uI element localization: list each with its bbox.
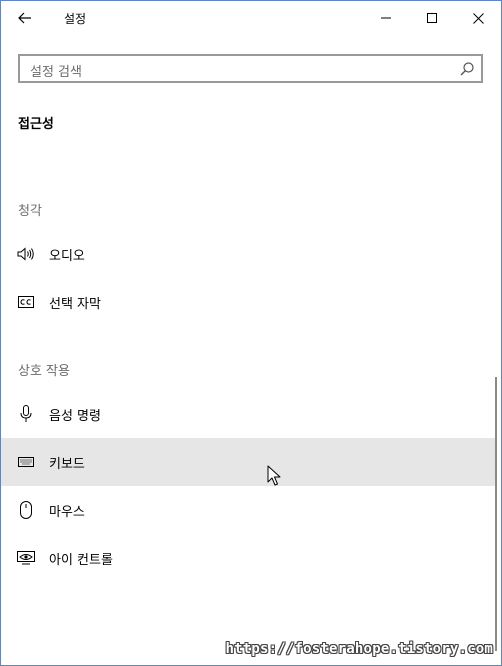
maximize-button[interactable] (409, 1, 455, 35)
nav-item-eye-control[interactable]: 아이 컨트롤 (1, 534, 495, 582)
close-button[interactable] (455, 1, 501, 35)
keyboard-icon (17, 452, 35, 472)
nav-item-label: 오디오 (49, 249, 85, 264)
window-title: 설정 (64, 12, 87, 26)
mouse-icon (17, 500, 35, 520)
closed-caption-icon (17, 292, 35, 312)
search-input[interactable]: 설정 검색 (18, 54, 483, 83)
minimize-icon (381, 17, 391, 19)
mouse-cursor-icon (267, 465, 281, 486)
nav-item-label: 음성 명령 (49, 409, 101, 424)
scrollbar[interactable] (495, 377, 497, 651)
group-header-interaction: 상호 작용 (18, 364, 70, 379)
nav-item-label: 아이 컨트롤 (49, 553, 113, 568)
nav-item-mouse[interactable]: 마우스 (1, 486, 495, 534)
search-placeholder: 설정 검색 (30, 65, 82, 80)
eye-control-icon (17, 548, 35, 568)
back-button[interactable] (9, 3, 41, 33)
nav-item-label: 마우스 (49, 505, 85, 520)
nav-item-label: 선택 자막 (49, 297, 101, 312)
close-icon (472, 12, 484, 24)
nav-item-keyboard[interactable]: 키보드 (1, 438, 495, 486)
minimize-button[interactable] (363, 1, 409, 35)
watermark: https://fosterahope.tistory.com (225, 641, 493, 657)
nav-item-audio[interactable]: 오디오 (1, 230, 495, 278)
nav-item-label: 키보드 (49, 457, 85, 472)
nav-item-closed-captions[interactable]: 선택 자막 (1, 278, 495, 326)
maximize-icon (427, 13, 437, 23)
microphone-icon (17, 404, 35, 424)
search-icon[interactable] (459, 61, 475, 77)
group-header-hearing: 청각 (18, 204, 42, 219)
page-title: 접근성 (18, 117, 54, 132)
nav-item-speech[interactable]: 음성 명령 (1, 390, 495, 438)
speaker-icon (17, 244, 35, 264)
back-arrow-icon (18, 12, 31, 24)
title-bar: 설정 (1, 1, 501, 35)
settings-window: 설정 설정 검색 접근성 청각 오디오 선택 자막 상호 작용 음성 명령 키보… (0, 0, 502, 666)
